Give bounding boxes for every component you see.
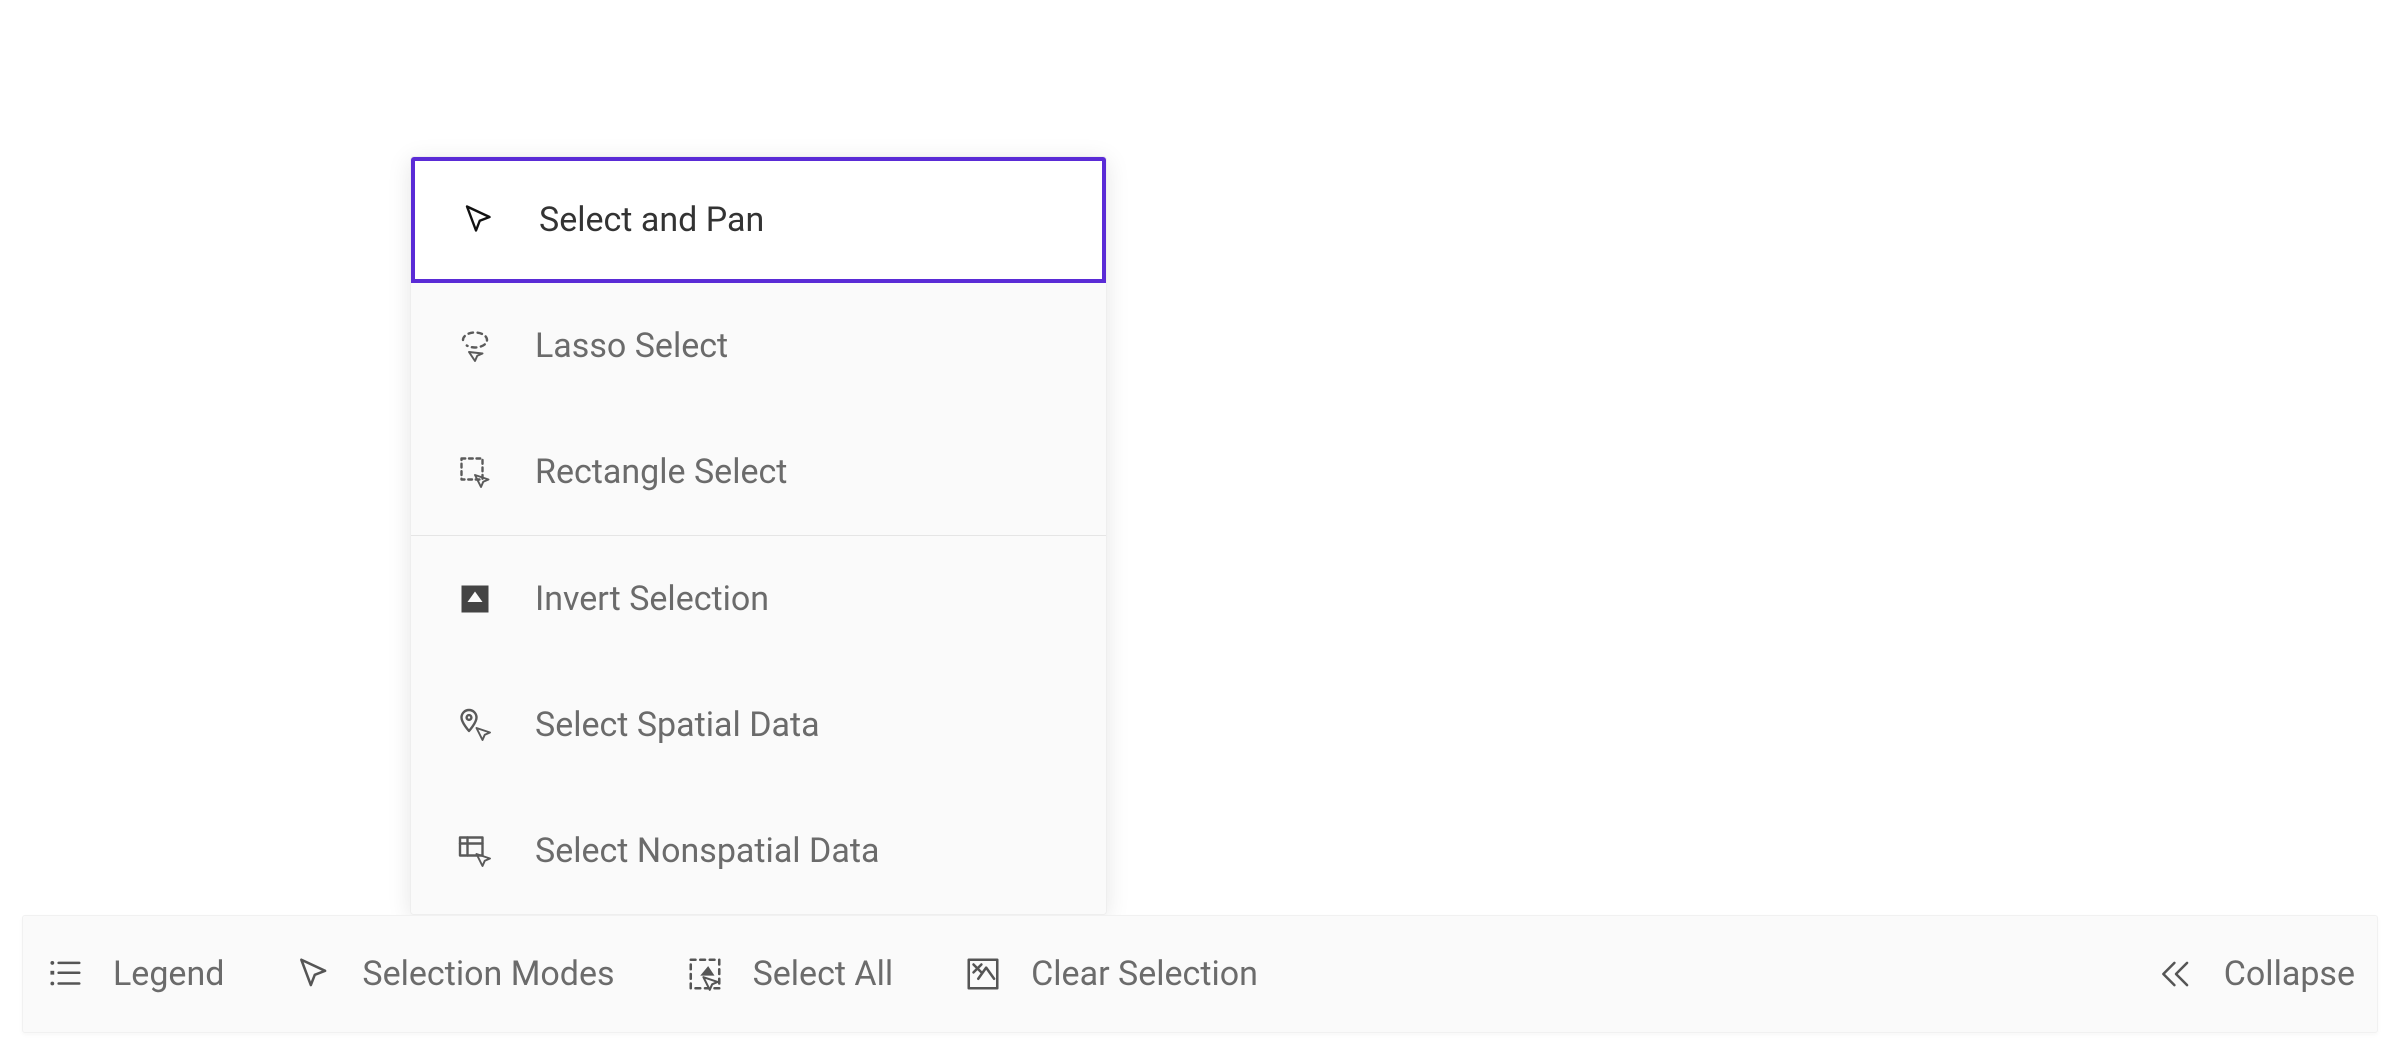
menu-item-select-and-pan[interactable]: Select and Pan bbox=[411, 157, 1106, 283]
menu-item-select-nonspatial-data[interactable]: Select Nonspatial Data bbox=[411, 788, 1106, 914]
toolbar-item-label: Clear Selection bbox=[1031, 954, 1258, 994]
lasso-icon bbox=[455, 326, 495, 366]
toolbar-item-label: Select All bbox=[753, 954, 894, 994]
menu-item-label: Select Nonspatial Data bbox=[535, 831, 879, 871]
menu-item-select-spatial-data[interactable]: Select Spatial Data bbox=[411, 662, 1106, 788]
menu-item-invert-selection[interactable]: Invert Selection bbox=[411, 536, 1106, 662]
toolbar-item-collapse[interactable]: Collapse bbox=[2156, 954, 2355, 994]
legend-icon bbox=[45, 954, 85, 994]
select-all-icon bbox=[685, 954, 725, 994]
clear-selection-icon bbox=[963, 954, 1003, 994]
toolbar-item-label: Selection Modes bbox=[362, 954, 614, 994]
menu-item-lasso-select[interactable]: Lasso Select bbox=[411, 283, 1106, 409]
menu-item-rectangle-select[interactable]: Rectangle Select bbox=[411, 409, 1106, 535]
chevron-left-double-icon bbox=[2156, 954, 2196, 994]
selection-modes-menu: Select and Pan Lasso Select Rectangle Se… bbox=[410, 156, 1107, 915]
cursor-icon bbox=[294, 954, 334, 994]
cursor-icon bbox=[459, 200, 499, 240]
rectangle-select-icon bbox=[455, 452, 495, 492]
toolbar-item-clear-selection[interactable]: Clear Selection bbox=[963, 954, 1258, 994]
toolbar-item-label: Legend bbox=[113, 954, 224, 994]
menu-item-label: Invert Selection bbox=[535, 579, 769, 619]
toolbar-item-legend[interactable]: Legend bbox=[45, 954, 224, 994]
bottom-toolbar: Legend Selection Modes Select All Clear bbox=[22, 915, 2378, 1033]
menu-item-label: Rectangle Select bbox=[535, 452, 787, 492]
menu-item-label: Lasso Select bbox=[535, 326, 728, 366]
table-cursor-icon bbox=[455, 831, 495, 871]
menu-item-label: Select Spatial Data bbox=[535, 705, 820, 745]
invert-selection-icon bbox=[455, 579, 495, 619]
menu-item-label: Select and Pan bbox=[539, 200, 764, 240]
toolbar-item-selection-modes[interactable]: Selection Modes bbox=[294, 954, 614, 994]
toolbar-item-label: Collapse bbox=[2224, 954, 2355, 994]
toolbar-item-select-all[interactable]: Select All bbox=[685, 954, 894, 994]
pin-cursor-icon bbox=[455, 705, 495, 745]
